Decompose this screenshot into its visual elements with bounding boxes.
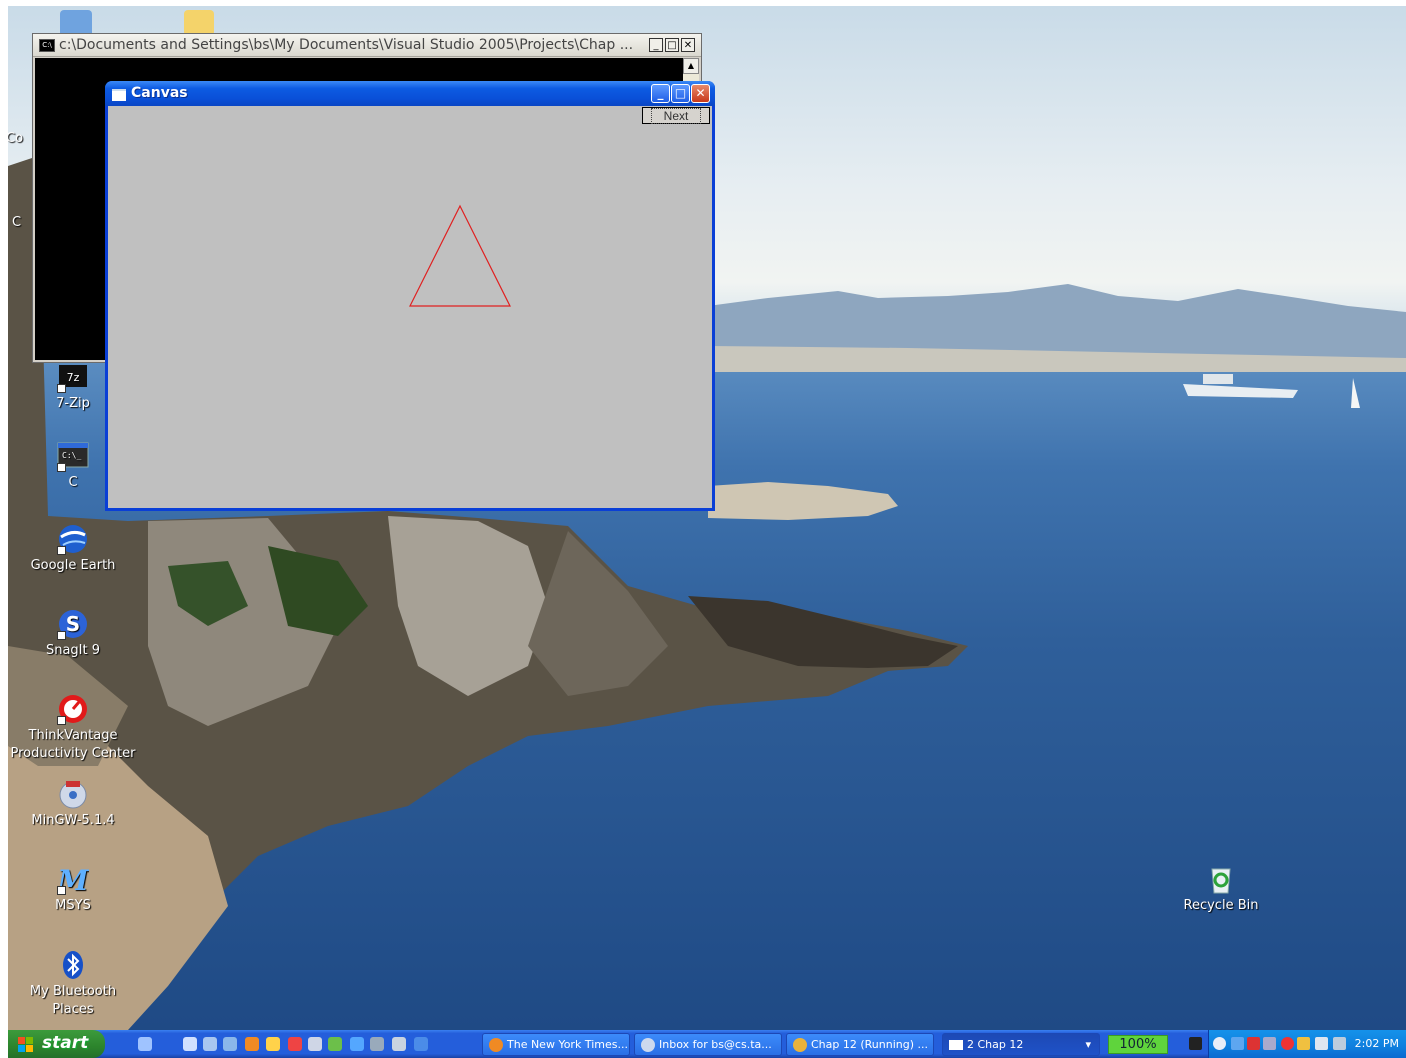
svg-text:7z: 7z (67, 371, 80, 384)
icon-label: MinGW-5.1.4 (31, 813, 115, 828)
tray-app-icon[interactable] (1297, 1037, 1310, 1050)
icon-label: My Bluetooth Places (29, 984, 117, 1017)
desktop-icon-snagit[interactable]: S SnagIt 9 (8, 608, 138, 660)
connection-icon[interactable] (1333, 1037, 1346, 1050)
shortcut-arrow-icon (57, 546, 66, 555)
globe-icon (57, 523, 89, 555)
start-label: start (42, 1033, 89, 1053)
canvas-title: Canvas (131, 85, 188, 101)
task-chap12-running[interactable]: Chap 12 (Running) ... (786, 1033, 934, 1056)
next-button-label: Next (650, 108, 702, 124)
window-icon (112, 89, 126, 101)
task-label: The New York Times... (507, 1038, 628, 1051)
windows-flag-icon (18, 1037, 33, 1052)
clock[interactable]: 2:02 PM (1355, 1037, 1399, 1050)
show-desktop-icon[interactable] (138, 1037, 152, 1051)
maximize-button[interactable]: □ (671, 84, 690, 103)
msys-m-icon: M (57, 863, 89, 895)
maximize-button[interactable]: □ (665, 38, 679, 52)
quick-launch-icon[interactable] (414, 1037, 428, 1051)
close-button[interactable]: ✕ (691, 84, 710, 103)
zoom-indicator[interactable]: 100% (1108, 1035, 1168, 1054)
svg-text:S: S (66, 612, 80, 636)
quick-launch-icon[interactable] (328, 1037, 342, 1051)
start-button[interactable]: start (8, 1030, 105, 1058)
desktop-icon-recycle-bin[interactable]: Recycle Bin (1156, 863, 1286, 915)
bluetooth-icon (57, 949, 89, 981)
desktop-icon-thinkvantage[interactable]: ThinkVantage Productivity Center (8, 693, 138, 763)
icon-label: Google Earth (30, 558, 116, 573)
scroll-up-arrow-icon[interactable]: ▲ (683, 58, 699, 74)
task-group-chap12[interactable]: 2 Chap 12 ▾ (942, 1033, 1100, 1056)
triangle-drawing (409, 204, 511, 307)
console-title: c:\Documents and Settings\bs\My Document… (59, 37, 634, 53)
firefox-icon (489, 1038, 503, 1052)
task-label: Chap 12 (Running) ... (811, 1038, 929, 1051)
quick-launch-icon[interactable] (370, 1037, 384, 1051)
browser-icon[interactable] (223, 1037, 237, 1051)
display-icon[interactable] (1315, 1037, 1328, 1050)
taskbar: start The New York Times... Inbox for bs… (8, 1030, 1406, 1058)
minimize-button[interactable]: _ (651, 84, 670, 103)
desktop-icon-msys[interactable]: M MSYS (8, 863, 138, 915)
gauge-icon (57, 693, 89, 725)
recycle-bin-icon (1205, 863, 1237, 895)
desktop-icon-bluetooth[interactable]: My Bluetooth Places (8, 949, 138, 1019)
ie-icon[interactable] (183, 1037, 197, 1051)
icon-label: Recycle Bin (1183, 898, 1259, 913)
outlook-icon[interactable] (203, 1037, 217, 1051)
quick-launch-icon[interactable] (350, 1037, 364, 1051)
desktop-icon-google-earth[interactable]: Google Earth (8, 523, 138, 575)
expand-tray-icon[interactable] (1213, 1037, 1226, 1050)
shortcut-arrow-icon (57, 716, 66, 725)
acrobat-icon[interactable] (288, 1037, 302, 1051)
canvas-window[interactable]: Canvas _ □ ✕ Next (105, 81, 715, 511)
power-plug-icon[interactable] (1189, 1037, 1202, 1050)
window-icon (949, 1040, 963, 1050)
quick-launch-icon[interactable] (308, 1037, 322, 1051)
console-icon: C:\ (39, 39, 55, 52)
icon-label: SnagIt 9 (45, 643, 101, 658)
console-titlebar[interactable]: C:\ c:\Documents and Settings\bs\My Docu… (33, 34, 701, 57)
network-icon[interactable] (1231, 1037, 1244, 1050)
visual-studio-icon (793, 1038, 807, 1052)
installer-disc-icon (57, 778, 89, 810)
svg-text:C:\_: C:\_ (62, 451, 81, 460)
task-inbox[interactable]: Inbox for bs@cs.ta... (634, 1033, 782, 1056)
console-icon: C:\_ (57, 440, 89, 472)
task-nytimes[interactable]: The New York Times... (482, 1033, 630, 1056)
shortcut-arrow-icon (57, 631, 66, 640)
system-tray: 2:02 PM (1189, 1030, 1406, 1058)
snagit-icon: S (57, 608, 89, 640)
mail-icon (641, 1038, 655, 1052)
desktop-icon-mingw[interactable]: MinGW-5.1.4 (8, 778, 138, 830)
alert-icon[interactable] (1281, 1037, 1294, 1050)
canvas-client-area[interactable]: Next (108, 106, 712, 508)
shortcut-arrow-icon (57, 886, 66, 895)
chevron-down-icon: ▾ (1085, 1038, 1091, 1051)
volume-icon[interactable] (1263, 1037, 1276, 1050)
task-label: Inbox for bs@cs.ta... (659, 1038, 772, 1051)
shortcut-arrow-icon (57, 384, 66, 393)
security-icon[interactable] (1247, 1037, 1260, 1050)
task-label: 2 Chap 12 (967, 1038, 1024, 1051)
icon-label: ThinkVantage Productivity Center (10, 728, 136, 761)
minimize-button[interactable]: _ (649, 38, 663, 52)
quick-launch-icon[interactable] (266, 1037, 280, 1051)
next-button[interactable]: Next (642, 107, 710, 124)
7zip-icon: 7z (57, 361, 89, 393)
shortcut-arrow-icon (57, 463, 66, 472)
quick-launch-icon[interactable] (392, 1037, 406, 1051)
canvas-titlebar[interactable]: Canvas _ □ ✕ (105, 81, 715, 106)
icon-label: MSYS (55, 898, 91, 913)
firefox-icon[interactable] (245, 1037, 259, 1051)
close-button[interactable]: ✕ (681, 38, 695, 52)
